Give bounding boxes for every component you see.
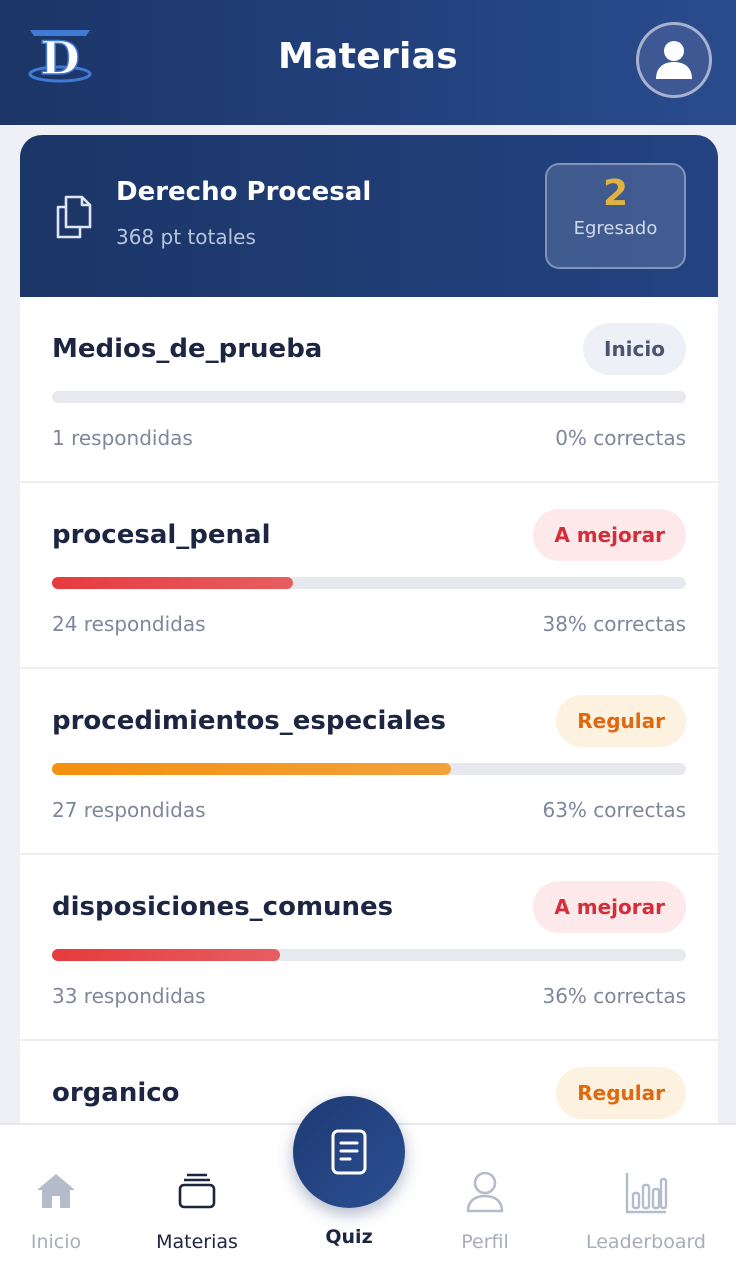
tab-quiz-label[interactable]: Quiz [293, 1226, 405, 1248]
page-title: Materias [278, 36, 458, 77]
topic-name: organico [52, 1078, 180, 1108]
topic-item[interactable]: Medios_de_prueba Inicio 1 respondidas 0%… [20, 297, 718, 483]
status-badge: A mejorar [533, 881, 686, 933]
correct-percent: 63% correctas [542, 798, 686, 822]
correct-percent: 36% correctas [542, 984, 686, 1008]
progress-bar [52, 391, 686, 403]
quiz-document-icon [331, 1129, 367, 1175]
status-badge: Regular [556, 695, 686, 747]
person-icon [466, 1171, 504, 1213]
topic-item[interactable]: procesal_penal A mejorar 24 respondidas … [20, 483, 718, 669]
answered-count: 33 respondidas [52, 984, 206, 1008]
user-icon [656, 41, 692, 79]
subject-card: Derecho Procesal 368 pt totales 2 Egresa… [20, 135, 718, 1123]
subject-header: Derecho Procesal 368 pt totales 2 Egresa… [20, 135, 718, 297]
topic-item[interactable]: disposiciones_comunes A mejorar 33 respo… [20, 855, 718, 1041]
topic-name: Medios_de_prueba [52, 334, 323, 364]
topic-name: disposiciones_comunes [52, 892, 394, 922]
tab-inicio[interactable]: Inicio [0, 1125, 126, 1278]
progress-bar [52, 763, 686, 775]
tab-label: Perfil [461, 1231, 509, 1253]
topic-item[interactable]: procedimientos_especiales Regular 27 res… [20, 669, 718, 855]
app-header: D Materias [0, 0, 736, 125]
home-icon [37, 1174, 75, 1208]
documents-icon [56, 195, 92, 239]
answered-count: 27 respondidas [52, 798, 206, 822]
topic-name: procedimientos_especiales [52, 706, 447, 736]
tab-materias[interactable]: Materias [127, 1125, 267, 1278]
tab-leaderboard[interactable]: Leaderboard [576, 1125, 716, 1278]
correct-percent: 38% correctas [542, 612, 686, 636]
bar-chart-icon [625, 1173, 668, 1214]
tab-perfil[interactable]: Perfil [415, 1125, 555, 1278]
status-badge: Regular [556, 1067, 686, 1119]
tab-label: Inicio [30, 1231, 82, 1253]
tab-label: Leaderboard [585, 1231, 706, 1253]
answered-count: 1 respondidas [52, 426, 193, 450]
level-badge: 2 Egresado [545, 163, 686, 269]
progress-bar-fill [52, 949, 281, 961]
answered-count: 24 respondidas [52, 612, 206, 636]
topic-list: Medios_de_prueba Inicio 1 respondidas 0%… [20, 297, 718, 1123]
correct-percent: 0% correctas [555, 426, 686, 450]
topic-name: procesal_penal [52, 520, 271, 550]
stack-icon [178, 1173, 216, 1209]
quiz-button[interactable] [293, 1096, 405, 1208]
progress-bar [52, 949, 686, 961]
progress-bar [52, 577, 686, 589]
progress-bar-fill [52, 763, 452, 775]
tab-label: Materias [156, 1231, 238, 1253]
subject-points: 368 pt totales [116, 225, 256, 249]
progress-bar-fill [52, 577, 293, 589]
status-badge: A mejorar [533, 509, 686, 561]
level-number: 2 [602, 173, 629, 214]
subject-name: Derecho Procesal [116, 177, 372, 207]
profile-avatar-button[interactable] [636, 22, 712, 98]
status-badge: Inicio [583, 323, 686, 375]
level-label: Egresado [573, 218, 658, 239]
